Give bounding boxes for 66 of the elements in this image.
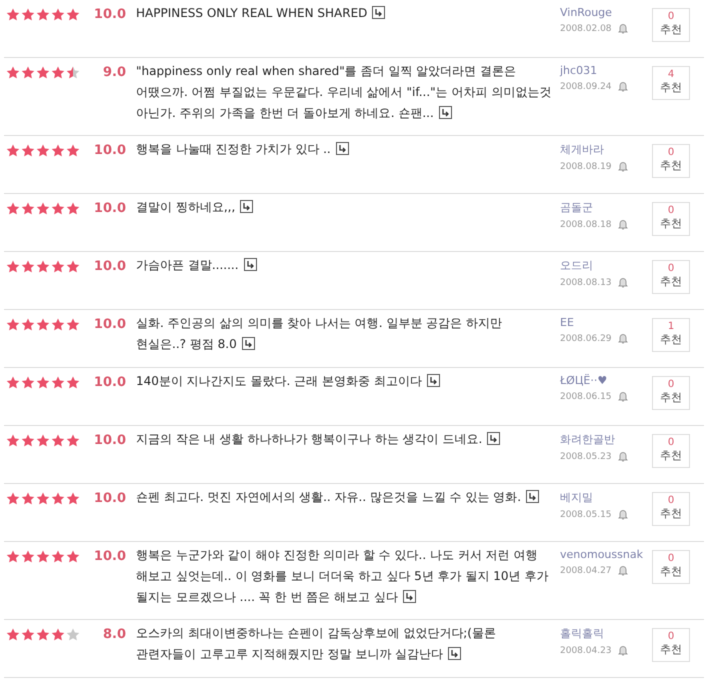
comment-text: HAPPINESS ONLY REAL WHEN SHARED (126, 3, 560, 24)
bell-icon[interactable] (618, 565, 628, 576)
author-name[interactable]: 체게바라 (560, 142, 652, 157)
review-date: 2008.06.29 (560, 334, 612, 344)
bell-icon[interactable] (618, 23, 628, 34)
recommend-button[interactable]: 0 추천 (652, 434, 690, 468)
bell-icon[interactable] (618, 161, 628, 172)
review-date: 2008.02.08 (560, 24, 612, 34)
author-name[interactable]: 화려한골반 (560, 432, 652, 447)
author-name[interactable]: 오드리 (560, 258, 652, 273)
comment-text: 오스카의 최대이변중하나는 숀펜이 감독상후보에 없었단거다;(물론 관련자들이 고루고루 지적해줬지만 정말 보니까 실감난다 (135, 625, 497, 663)
recommend-button[interactable]: 0 추천 (652, 144, 690, 178)
score: 10.0 (92, 6, 126, 22)
review-date: 2008.06.15 (560, 392, 612, 402)
comment-text: 지금의 작은 내 생활 하나하나가 행복이구나 하는 생각이 드네요. (126, 429, 560, 450)
comment-text: 실화. 주인공의 삶의 의미를 찾아 나서는 여행. 일부분 공감은 하지만 현실은..? 평점 8.0 (135, 315, 503, 353)
score: 10.0 (92, 258, 126, 274)
comment-text: 숀펜 최고다. 멋진 자연에서의 생활.. 자유.. 많은것을 느낄 수 있는 영화. (126, 487, 560, 508)
bell-icon[interactable] (618, 391, 628, 402)
score: 10.0 (92, 490, 126, 506)
review-date: 2008.09.24 (560, 82, 612, 92)
recommend-button[interactable]: 0 추천 (652, 202, 690, 236)
author-name[interactable]: EE (560, 316, 652, 329)
author-name[interactable]: 베지밀 (560, 490, 652, 505)
recommend-button[interactable]: 0 추천 (652, 550, 690, 584)
recommend-button[interactable]: 1 추천 (652, 318, 690, 352)
author-name[interactable]: VinRouge (560, 6, 652, 19)
comment-text: 결말이 찡하네요,,, (126, 197, 560, 218)
author-name[interactable]: jhc031 (560, 64, 652, 77)
author-name[interactable]: venomoussnak (560, 548, 652, 561)
score: 8.0 (102, 626, 126, 642)
review-date: 2008.08.13 (560, 278, 612, 288)
comment-text: 행복은 누군가와 같이 해야 진정한 의미라 할 수 있다.. 나도 커서 저런 여행 해보고 싶엇는데.. 이 영화를 보니 더더욱 하고 싶다 5년 후가 될지 10년 후가 될지는 모르겠으나 .... 꼭 한 번 쯤은 해보고 싶다 (135, 547, 550, 606)
author-name[interactable]: 홀릭홀릭 (560, 626, 652, 641)
recommend-button[interactable]: 0 추천 (652, 628, 690, 662)
score: 10.0 (92, 200, 126, 216)
bell-icon[interactable] (618, 219, 628, 230)
score: 9.0 (102, 64, 126, 80)
comment-text: 가슴아픈 결말....... (126, 255, 560, 276)
recommend-button[interactable]: 4 추천 (652, 66, 690, 100)
comment-text: "happiness only real when shared"를 좀더 일찍 알았더라면 결론은 어땠으까. 어쩜 부질없는 우문같다. 우리네 삶에서 "if..."는 어차피 의미없는것 아닌가. 주위의 가족을 한번 더 돌아보게 하네요. 숀팬... (135, 63, 552, 122)
review-date: 2008.08.18 (560, 220, 612, 230)
comment-text: 140분이 지나간지도 몰랐다. 근래 본영화중 최고이다 (126, 371, 560, 392)
review-date: 2008.08.19 (560, 162, 612, 172)
comment-text: 행복을 나눌때 진정한 가치가 있다 .. (126, 139, 560, 160)
bell-icon[interactable] (618, 509, 628, 520)
review-date: 2008.04.23 (560, 646, 612, 656)
review-date: 2008.05.15 (560, 510, 612, 520)
author-name[interactable]: ŁØЦЁ··♥ (560, 374, 652, 387)
recommend-button[interactable]: 0 추천 (652, 8, 690, 42)
recommend-button[interactable]: 0 추천 (652, 260, 690, 294)
review-date: 2008.04.27 (560, 566, 612, 576)
score: 10.0 (92, 316, 126, 332)
bell-icon[interactable] (618, 81, 628, 92)
score: 10.0 (92, 548, 126, 564)
score: 10.0 (92, 142, 126, 158)
bell-icon[interactable] (618, 333, 628, 344)
bell-icon[interactable] (618, 451, 628, 462)
bell-icon[interactable] (618, 645, 628, 656)
recommend-button[interactable]: 0 추천 (652, 376, 690, 410)
score: 10.0 (92, 432, 126, 448)
review-date: 2008.05.23 (560, 452, 612, 462)
bell-icon[interactable] (618, 277, 628, 288)
author-name[interactable]: 곰돌군 (560, 200, 652, 215)
score: 10.0 (92, 374, 126, 390)
recommend-button[interactable]: 0 추천 (652, 492, 690, 526)
